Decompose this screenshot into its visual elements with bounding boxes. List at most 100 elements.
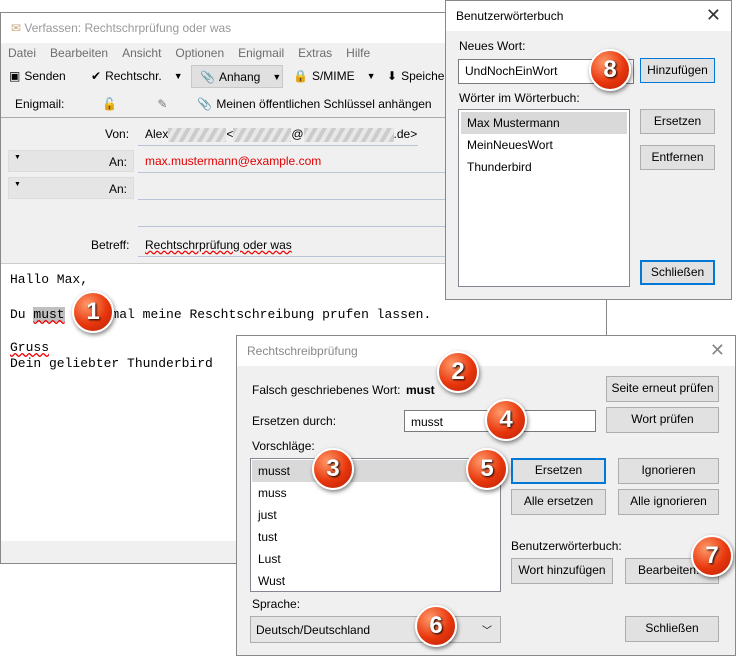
- paperclip-icon: 📎: [200, 69, 215, 84]
- recheck-button[interactable]: Seite erneut prüfen: [606, 376, 719, 402]
- arrow-down-icon: ⬇: [387, 69, 398, 83]
- new-word-label: Neues Wort:: [459, 39, 526, 53]
- save-button[interactable]: ⬇ Speiche: [387, 69, 444, 83]
- chevron-down-icon[interactable]: ▼: [174, 71, 183, 81]
- list-item[interactable]: Max Mustermann: [461, 112, 627, 134]
- menu-ansicht[interactable]: Ansicht: [122, 46, 161, 60]
- list-item[interactable]: MeinNeuesWort: [461, 134, 627, 156]
- from-domain: .de>: [393, 127, 418, 141]
- misspelled-label: Falsch geschriebenes Wort:: [252, 383, 401, 397]
- list-item[interactable]: Lust: [252, 548, 499, 570]
- smime-button[interactable]: 🔒 S/MIME ▼: [293, 69, 376, 83]
- recipient-type-select-2[interactable]: ▼ An:: [8, 177, 134, 199]
- spell-label: Rechtschr.: [105, 69, 162, 83]
- list-item[interactable]: Wust: [252, 570, 499, 592]
- replace-button[interactable]: Ersetzen: [511, 458, 606, 484]
- add-word-button[interactable]: Wort hinzufügen: [511, 558, 613, 584]
- language-label: Sprache:: [252, 597, 301, 611]
- replace-label: Ersetzen durch:: [252, 414, 337, 428]
- menu-bar: Datei Bearbeiten Ansicht Optionen Enigmail Ex…: [8, 46, 384, 60]
- paperclip-icon: 📎: [197, 97, 213, 111]
- body-line: Hallo Max,: [10, 272, 89, 287]
- words-label: Wörter im Wörterbuch:: [459, 91, 580, 105]
- close-button[interactable]: Schließen: [640, 260, 715, 285]
- from-lt: <: [226, 127, 234, 141]
- words-list[interactable]: Max Mustermann MeinNeuesWort Thunderbird: [458, 109, 630, 287]
- subject-field[interactable]: Rechtschrprüfung oder was: [145, 238, 292, 252]
- close-icon[interactable]: ✕: [706, 5, 721, 26]
- menu-enigmail[interactable]: Enigmail: [238, 46, 284, 60]
- unlock-icon[interactable]: 🔓: [102, 97, 117, 111]
- chevron-down-icon: ﹀: [482, 626, 492, 637]
- menu-hilfe[interactable]: Hilfe: [346, 46, 370, 60]
- to2-label: An:: [108, 182, 127, 196]
- dialog-titlebar: Rechtschreibprüfung: [237, 336, 735, 366]
- body-line: Gruss: [10, 340, 50, 355]
- ignore-button[interactable]: Ignorieren: [618, 458, 719, 484]
- close-icon[interactable]: ✕: [710, 340, 725, 361]
- save-label: Speiche: [401, 69, 445, 83]
- lock-icon: 🔒: [293, 69, 308, 83]
- misspelled-word: must: [33, 307, 65, 322]
- replace-button[interactable]: Ersetzen: [640, 109, 715, 134]
- to-label: An:: [108, 155, 127, 169]
- from-field[interactable]: Alex < @ .de>: [145, 127, 417, 142]
- attach-key-button[interactable]: Meinen öffentlichen Schlüssel anhängen: [216, 97, 431, 111]
- attach-label: Anhang: [218, 69, 261, 84]
- language-select[interactable]: Deutsch/Deutschland ﹀: [250, 616, 501, 643]
- callout-badge: 7: [691, 535, 733, 577]
- from-name: Alex: [145, 127, 169, 141]
- enigmail-bar: Enigmail: 🔓 ✎ 📎 Meinen öffentlichen Schl…: [15, 97, 432, 111]
- ignore-all-button[interactable]: Alle ignorieren: [618, 489, 719, 515]
- chevron-down-icon[interactable]: ▼: [272, 72, 281, 82]
- language-value: Deutsch/Deutschland: [256, 623, 371, 637]
- dialog-title: Rechtschreibprüfung: [247, 344, 358, 358]
- list-item[interactable]: just: [252, 504, 499, 526]
- recipient-type-select[interactable]: ▼ An:: [8, 150, 134, 172]
- list-item[interactable]: tust: [252, 526, 499, 548]
- replace-all-button[interactable]: Alle ersetzen: [511, 489, 606, 515]
- from-at: @: [291, 127, 304, 141]
- send-button[interactable]: ▣ Senden: [9, 69, 66, 83]
- user-dictionary-dialog: Benutzerwörterbuch ✕ Neues Wort: UndNoch…: [445, 0, 732, 300]
- spellcheck-button[interactable]: ✔ Rechtschr. ▼: [91, 69, 183, 83]
- body-line: Dein geliebter Thunderbird: [10, 356, 213, 371]
- send-icon: ▣: [9, 69, 21, 83]
- list-item[interactable]: musst: [252, 460, 499, 482]
- add-button[interactable]: Hinzufügen: [640, 58, 715, 83]
- close-button[interactable]: Schließen: [625, 616, 719, 642]
- menu-bearbeiten[interactable]: Bearbeiten: [50, 46, 108, 60]
- callout-badge: 3: [312, 448, 354, 490]
- list-item[interactable]: muss: [252, 482, 499, 504]
- from-label: Von:: [105, 127, 130, 141]
- remove-button[interactable]: Entfernen: [640, 145, 715, 170]
- send-label: Senden: [24, 69, 66, 83]
- suggestions-label: Vorschläge:: [252, 439, 315, 453]
- misspelled-word: must: [406, 383, 435, 397]
- check-word-button[interactable]: Wort prüfen: [606, 407, 719, 433]
- window-title: Verfassen: Rechtschrprüfung oder was: [24, 21, 232, 35]
- menu-extras[interactable]: Extras: [298, 46, 332, 60]
- callout-badge: 6: [415, 605, 457, 647]
- pencil-icon[interactable]: ✎: [157, 97, 167, 111]
- callout-badge: 2: [437, 351, 479, 393]
- suggestions-list[interactable]: musst muss just tust Lust Wust: [250, 458, 501, 592]
- userdict-label: Benutzerwörterbuch:: [511, 539, 622, 553]
- menu-datei[interactable]: Datei: [8, 46, 36, 60]
- dialog-title: Benutzerwörterbuch: [456, 9, 564, 23]
- callout-badge: 8: [589, 49, 631, 91]
- to-field[interactable]: max.mustermann@example.com: [145, 154, 321, 168]
- checkmark-icon: ✔: [91, 69, 102, 83]
- spellcheck-dialog: Rechtschreibprüfung ✕ Falsch geschrieben…: [236, 335, 736, 656]
- smime-label: S/MIME: [311, 69, 355, 83]
- envelope-icon: ✉: [11, 21, 22, 35]
- attach-button[interactable]: 📎 Anhang ▼: [191, 65, 283, 88]
- callout-badge: 4: [485, 399, 527, 441]
- enigmail-label: Enigmail:: [15, 97, 65, 111]
- callout-badge: 5: [466, 448, 508, 490]
- list-item[interactable]: Thunderbird: [461, 156, 627, 178]
- menu-optionen[interactable]: Optionen: [175, 46, 224, 60]
- callout-badge: 1: [72, 291, 114, 333]
- chevron-down-icon[interactable]: ▼: [367, 71, 376, 81]
- subject-label: Betreff:: [91, 238, 130, 252]
